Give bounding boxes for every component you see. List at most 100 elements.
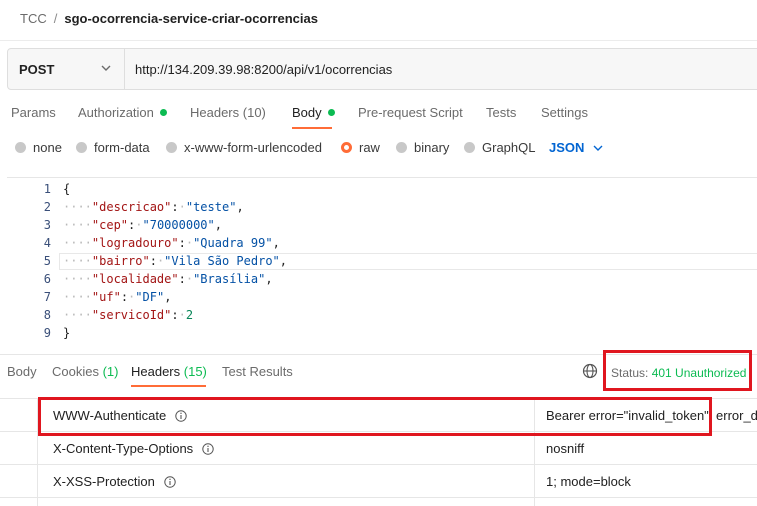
tab-label: Pre-request Script bbox=[358, 105, 463, 120]
tab-label: Test Results bbox=[222, 364, 293, 379]
radio-selected-icon bbox=[341, 142, 352, 153]
code-line: ····"logradouro":·"Quadra 99", bbox=[63, 236, 280, 250]
table-row bbox=[0, 497, 757, 506]
request-tabs: Params Authorization Headers (10) Body P… bbox=[0, 97, 757, 130]
code-line: ····"cep":·"70000000", bbox=[63, 218, 222, 232]
radio-label: x-www-form-urlencoded bbox=[184, 140, 322, 155]
breadcrumb: TCC / sgo-ocorrencia-service-criar-ocorr… bbox=[20, 9, 318, 27]
tab-label: Params bbox=[11, 105, 56, 120]
response-tab-test-results[interactable]: Test Results bbox=[222, 364, 293, 379]
line-number: 8 bbox=[43, 308, 51, 322]
comma: , bbox=[214, 218, 222, 232]
header-key-text: X-Content-Type-Options bbox=[53, 441, 194, 456]
radio-none[interactable]: none bbox=[15, 140, 62, 155]
url-input[interactable]: http://134.209.39.98:8200/api/v1/ocorren… bbox=[135, 49, 392, 89]
radio-label: GraphQL bbox=[482, 140, 536, 155]
tab-count: (15) bbox=[183, 364, 207, 379]
json-value: "Quadra 99" bbox=[193, 236, 273, 250]
status-dot-icon bbox=[327, 109, 335, 117]
comma: , bbox=[279, 254, 287, 268]
radio-circle-icon bbox=[396, 142, 407, 153]
line-number: 9 bbox=[43, 326, 51, 340]
breadcrumb-workspace[interactable]: TCC bbox=[20, 11, 47, 26]
method-select[interactable]: POST bbox=[8, 49, 125, 89]
tab-authorization[interactable]: Authorization bbox=[78, 105, 167, 120]
radio-circle-icon bbox=[76, 142, 87, 153]
tab-body[interactable]: Body bbox=[292, 105, 335, 120]
header-value: nosniff bbox=[546, 441, 585, 456]
active-tab-indicator bbox=[292, 127, 332, 129]
tab-headers[interactable]: Headers (10) bbox=[190, 105, 266, 120]
radio-circle-icon bbox=[166, 142, 177, 153]
radio-circle-icon bbox=[464, 142, 475, 153]
tab-label: Tests bbox=[486, 105, 517, 120]
radio-form-data[interactable]: form-data bbox=[76, 140, 150, 155]
response-tab-body[interactable]: Body bbox=[7, 364, 37, 379]
tab-label: Body bbox=[292, 105, 322, 120]
json-value: "Brasília" bbox=[193, 272, 266, 286]
body-mode-radios: none form-data x-www-form-urlencoded raw… bbox=[0, 140, 757, 160]
radio-graphql[interactable]: GraphQL bbox=[464, 140, 535, 155]
tab-label: Headers bbox=[131, 364, 181, 379]
info-icon[interactable] bbox=[164, 475, 176, 488]
header-key: X-Content-Type-Options bbox=[53, 441, 214, 456]
line-number: 4 bbox=[43, 236, 51, 250]
radio-label: raw bbox=[359, 140, 380, 155]
json-key: "logradouro" bbox=[91, 236, 179, 250]
line-number: 1 bbox=[43, 182, 51, 196]
tab-tests[interactable]: Tests bbox=[486, 105, 516, 120]
radio-label: binary bbox=[414, 140, 450, 155]
globe-icon[interactable] bbox=[582, 363, 598, 379]
tab-pre-request-script[interactable]: Pre-request Script bbox=[358, 105, 463, 120]
header-value: 1; mode=block bbox=[546, 474, 631, 489]
radio-x-www-form-urlencoded[interactable]: x-www-form-urlencoded bbox=[166, 140, 322, 155]
info-icon[interactable] bbox=[202, 442, 214, 455]
highlight-box-status bbox=[603, 350, 752, 391]
language-label: JSON bbox=[549, 140, 585, 155]
radio-label: none bbox=[33, 140, 62, 155]
comma: , bbox=[164, 290, 172, 304]
json-key: "servicoId" bbox=[91, 308, 172, 322]
json-value: "DF" bbox=[135, 290, 165, 304]
divider bbox=[0, 40, 757, 41]
code-line: ····"bairro":·"Vila São Pedro", bbox=[63, 254, 287, 268]
language-dropdown[interactable]: JSON bbox=[549, 140, 603, 155]
header-key: X-XSS-Protection bbox=[53, 474, 176, 489]
tab-label: Settings bbox=[541, 105, 588, 120]
tab-label: Headers bbox=[190, 105, 240, 120]
radio-raw[interactable]: raw bbox=[341, 140, 380, 155]
brace: { bbox=[63, 182, 71, 196]
comma: , bbox=[272, 236, 280, 250]
code-line: { bbox=[63, 182, 70, 196]
chevron-down-icon bbox=[101, 65, 111, 71]
request-name[interactable]: sgo-ocorrencia-service-criar-ocorrencias bbox=[64, 11, 318, 26]
comma: , bbox=[265, 272, 273, 286]
tab-params[interactable]: Params bbox=[11, 105, 56, 120]
json-key: "uf" bbox=[91, 290, 121, 304]
tab-label: Body bbox=[7, 364, 37, 379]
tab-settings[interactable]: Settings bbox=[541, 105, 588, 120]
method-label: POST bbox=[19, 61, 55, 77]
json-value: "teste" bbox=[185, 200, 237, 214]
line-number: 3 bbox=[43, 218, 51, 232]
json-value: "70000000" bbox=[142, 218, 215, 232]
json-key: "cep" bbox=[91, 218, 129, 232]
radio-circle-icon bbox=[15, 142, 26, 153]
json-key: "descricao" bbox=[91, 200, 172, 214]
response-tab-cookies[interactable]: Cookies (1) bbox=[52, 364, 118, 379]
code-line: } bbox=[63, 326, 70, 340]
tab-label: Cookies bbox=[52, 364, 99, 379]
brace: } bbox=[63, 326, 71, 340]
line-number: 5 bbox=[43, 254, 51, 268]
line-number: 2 bbox=[43, 200, 51, 214]
radio-label: form-data bbox=[94, 140, 150, 155]
header-key-text: X-XSS-Protection bbox=[53, 474, 155, 489]
highlight-box-header bbox=[38, 397, 712, 436]
code-editor[interactable]: 1 2 3 4 5 6 7 8 9 { ····"descricao":·"te… bbox=[7, 177, 757, 348]
response-tab-headers[interactable]: Headers (15) bbox=[131, 364, 207, 379]
tab-count: (1) bbox=[102, 364, 119, 379]
radio-binary[interactable]: binary bbox=[396, 140, 449, 155]
tab-count: (10) bbox=[242, 105, 266, 120]
breadcrumb-separator: / bbox=[53, 10, 58, 26]
line-number: 6 bbox=[43, 272, 51, 286]
